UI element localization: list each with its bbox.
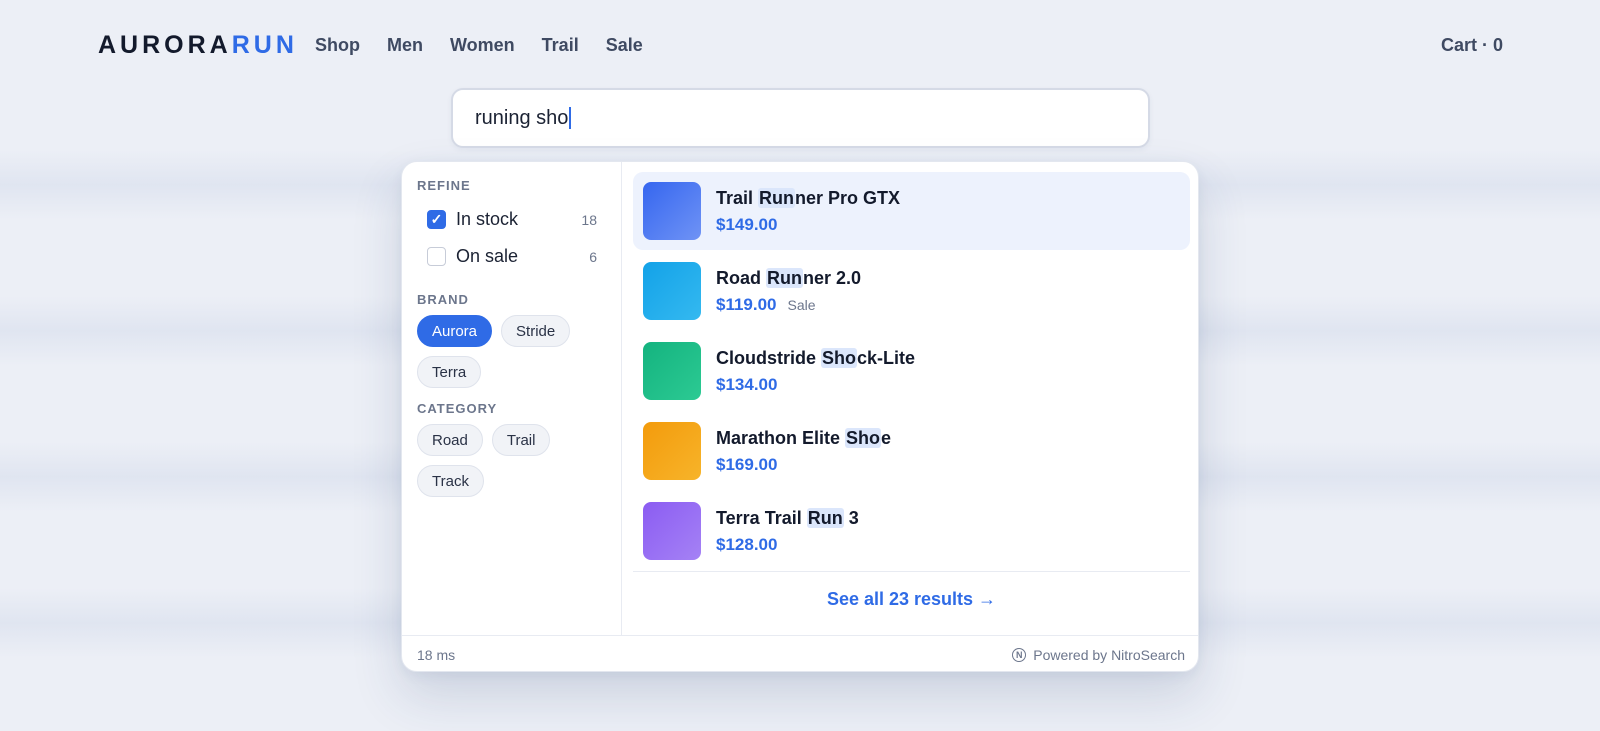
filter-label: In stock <box>456 209 519 229</box>
text-caret <box>569 107 572 129</box>
product-thumbnail <box>643 342 701 400</box>
match-highlight: Sho <box>845 427 882 448</box>
result-price: $128.00 <box>716 534 778 554</box>
refine-title: REFINE <box>417 178 471 193</box>
brand-chips: Aurora Stride Terra <box>417 315 605 388</box>
see-all-row: See all 23 results → <box>633 571 1190 627</box>
nav-men[interactable]: Men <box>387 35 423 56</box>
nav-women[interactable]: Women <box>450 35 515 56</box>
filter-count: 6 <box>589 248 597 265</box>
result-name: Marathon Elite Shoe <box>716 427 892 448</box>
nav-trail[interactable]: Trail <box>542 35 579 56</box>
product-thumbnail <box>643 422 701 480</box>
filter-label: On sale <box>456 246 519 266</box>
category-chips: Road Trail Track <box>417 424 605 497</box>
result-name: Terra Trail Run 3 <box>716 507 859 528</box>
brand-logo[interactable]: AURORA RUN <box>98 31 298 60</box>
result-item[interactable]: Road Runner 2.0 $119.00 Sale <box>633 252 1190 330</box>
dropdown-footer: 18 ms N Powered by NitroSearch <box>402 635 1198 671</box>
product-thumbnail <box>643 262 701 320</box>
powered-by: N Powered by NitroSearch <box>1012 647 1185 663</box>
result-item[interactable]: Marathon Elite Shoe $169.00 <box>633 412 1190 490</box>
filter-on-sale[interactable]: On sale 6 <box>417 238 605 275</box>
chip-road[interactable]: Road <box>417 424 483 456</box>
chip-track[interactable]: Track <box>417 465 484 497</box>
see-all-results-link[interactable]: See all 23 results → <box>827 589 996 610</box>
result-item[interactable]: Terra Trail Run 3 $128.00 <box>633 492 1190 570</box>
category-title: CATEGORY <box>417 401 498 416</box>
chip-terra[interactable]: Terra <box>417 356 482 388</box>
product-thumbnail <box>643 182 701 240</box>
brand-logo-part2: RUN <box>231 31 298 59</box>
on-sale-checkbox[interactable] <box>427 247 446 266</box>
brand-logo-part1: AURORA <box>98 31 232 59</box>
result-price: $119.00 <box>716 294 777 314</box>
sale-badge: Sale <box>787 296 816 313</box>
search-input-value: runing sho <box>475 106 569 129</box>
results-list: Trail Runner Pro GTX $149.00 Road Runner… <box>623 162 1198 635</box>
filter-in-stock[interactable]: ✓ In stock 18 <box>417 201 605 238</box>
latency-label: 18 ms <box>417 646 456 663</box>
powered-by-label: Powered by NitroSearch <box>1033 646 1185 663</box>
product-thumbnail <box>643 502 701 560</box>
match-highlight: Sho <box>821 347 858 368</box>
filters-panel: REFINE ✓ In stock 18 On sale 6 BRAND Aur… <box>402 162 622 635</box>
nav-shop[interactable]: Shop <box>315 35 360 56</box>
in-stock-checkbox[interactable]: ✓ <box>427 210 446 229</box>
result-price: $149.00 <box>716 214 778 234</box>
result-name: Road Runner 2.0 <box>716 267 862 288</box>
cart-link[interactable]: Cart · 0 <box>1441 35 1503 56</box>
chip-aurora[interactable]: Aurora <box>417 315 493 347</box>
search-dropdown: REFINE ✓ In stock 18 On sale 6 BRAND Aur… <box>401 161 1199 672</box>
search-input[interactable]: runing sho <box>451 88 1150 148</box>
match-highlight: Run <box>758 187 796 208</box>
result-name: Cloudstride Shock-Lite <box>716 347 916 368</box>
result-price: $169.00 <box>716 454 778 474</box>
match-highlight: Run <box>806 507 844 528</box>
check-icon: ✓ <box>430 211 443 227</box>
match-highlight: Run <box>766 267 804 288</box>
chip-trail[interactable]: Trail <box>491 424 551 456</box>
nitrosearch-logo-icon: N <box>1012 647 1027 662</box>
nav-sale[interactable]: Sale <box>606 35 643 56</box>
result-item[interactable]: Trail Runner Pro GTX $149.00 <box>633 172 1190 250</box>
filter-count: 18 <box>581 211 597 228</box>
result-price: $134.00 <box>716 374 778 394</box>
brand-title: BRAND <box>417 292 469 307</box>
result-item[interactable]: Cloudstride Shock-Lite $134.00 <box>633 332 1190 410</box>
result-name: Trail Runner Pro GTX <box>716 187 901 208</box>
main-nav: Shop Men Women Trail Sale <box>315 35 643 56</box>
site-header: AURORA RUN Shop Men Women Trail Sale Cart… <box>0 0 1600 92</box>
chip-stride[interactable]: Stride <box>501 315 571 347</box>
